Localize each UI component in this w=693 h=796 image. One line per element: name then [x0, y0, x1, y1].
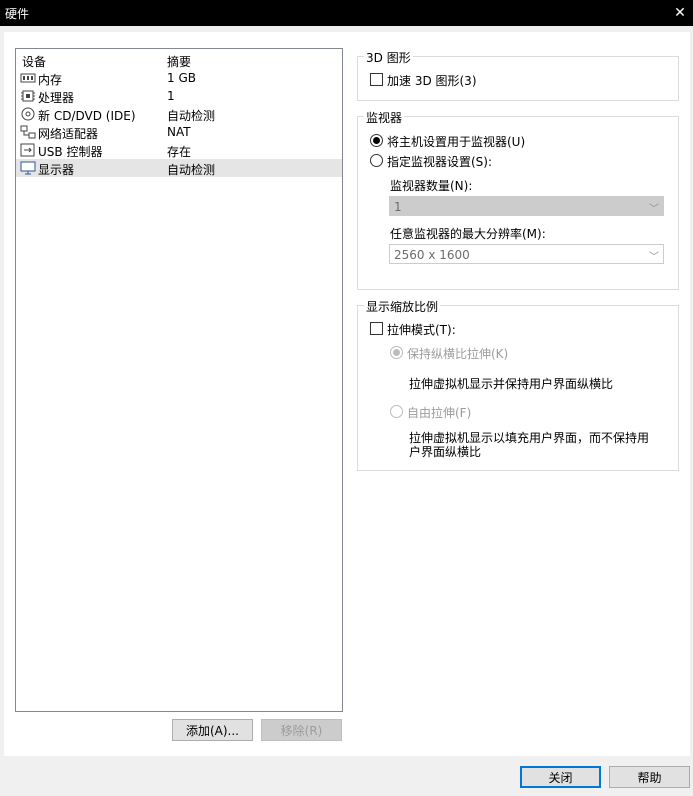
column-header-summary: 摘要	[167, 55, 192, 69]
device-summary: 自动检测	[167, 163, 216, 177]
specify-monitor-settings-radio[interactable]	[370, 154, 383, 167]
display-scaling-legend: 显示缩放比例	[364, 298, 441, 315]
cd-dvd-icon	[21, 107, 35, 121]
chevron-down-icon: ﹀	[649, 204, 659, 215]
device-row-cd-dvd[interactable]: 新 CD/DVD (IDE) 自动检测	[16, 105, 342, 123]
device-name: 显示器	[38, 163, 75, 177]
device-list[interactable]: 设备 摘要 内存 1 GB 处理器 1 新 CD/DVD (IDE) 自动检测	[15, 48, 343, 712]
device-row-network-adapter[interactable]: 网络适配器 NAT	[16, 123, 342, 141]
use-host-settings-radio[interactable]	[370, 134, 383, 147]
device-row-display[interactable]: 显示器 自动检测	[16, 159, 342, 177]
device-summary: 1	[167, 89, 175, 103]
help-button[interactable]: 帮助	[609, 766, 690, 788]
keep-aspect-description: 拉伸虚拟机显示并保持用户界面纵横比	[409, 377, 614, 391]
max-resolution-value: 2560 x 1600	[394, 248, 470, 262]
accelerate-3d-label[interactable]: 加速 3D 图形(3)	[387, 72, 477, 89]
stretch-mode-label[interactable]: 拉伸模式(T):	[387, 321, 456, 338]
free-stretch-description-line2: 户界面纵横比	[409, 445, 482, 459]
device-row-memory[interactable]: 内存 1 GB	[16, 69, 342, 87]
device-summary: NAT	[167, 125, 191, 139]
max-resolution-select[interactable]: 2560 x 1600 ﹀	[389, 244, 664, 264]
chevron-down-icon: ﹀	[649, 252, 659, 263]
device-name: 新 CD/DVD (IDE)	[38, 109, 136, 123]
column-header-device: 设备	[22, 55, 47, 69]
device-summary: 存在	[167, 145, 192, 159]
window-title: 硬件	[5, 7, 30, 21]
device-row-processor[interactable]: 处理器 1	[16, 87, 342, 105]
monitor-count-select[interactable]: 1 ﹀	[389, 196, 664, 216]
device-summary: 自动检测	[167, 109, 216, 123]
remove-button[interactable]: 移除(R)	[261, 719, 342, 741]
stretch-mode-checkbox[interactable]	[370, 322, 383, 335]
graphics-3d-legend: 3D 图形	[364, 49, 413, 66]
device-name: USB 控制器	[38, 145, 103, 159]
free-stretch-radio[interactable]	[390, 405, 403, 418]
max-resolution-label: 任意监视器的最大分辨率(M):	[390, 227, 546, 241]
free-stretch-label[interactable]: 自由拉伸(F)	[407, 404, 471, 421]
add-button[interactable]: 添加(A)...	[172, 719, 253, 741]
keep-aspect-stretch-radio[interactable]	[390, 346, 403, 359]
device-row-usb[interactable]: USB 控制器 存在	[16, 141, 342, 159]
monitor-count-value: 1	[394, 200, 402, 214]
title-bar: 硬件 ✕	[0, 0, 693, 26]
close-button[interactable]: 关闭	[520, 766, 601, 788]
device-name: 处理器	[38, 91, 75, 105]
use-host-settings-label[interactable]: 将主机设置用于监视器(U)	[387, 133, 525, 150]
display-icon	[20, 161, 36, 175]
device-summary: 1 GB	[167, 71, 196, 85]
device-list-header: 设备 摘要	[16, 51, 342, 69]
keep-aspect-stretch-label[interactable]: 保持纵横比拉伸(K)	[407, 345, 508, 362]
monitors-legend: 监视器	[364, 109, 405, 126]
device-name: 内存	[38, 73, 63, 87]
usb-icon	[20, 143, 35, 157]
network-adapter-icon	[20, 125, 36, 139]
monitor-count-label: 监视器数量(N):	[390, 179, 473, 193]
accelerate-3d-checkbox[interactable]	[370, 73, 383, 86]
close-icon[interactable]: ✕	[667, 0, 693, 26]
memory-icon	[20, 73, 36, 83]
device-name: 网络适配器	[38, 127, 99, 141]
processor-icon	[21, 90, 35, 102]
specify-monitor-settings-label[interactable]: 指定监视器设置(S):	[387, 153, 492, 170]
